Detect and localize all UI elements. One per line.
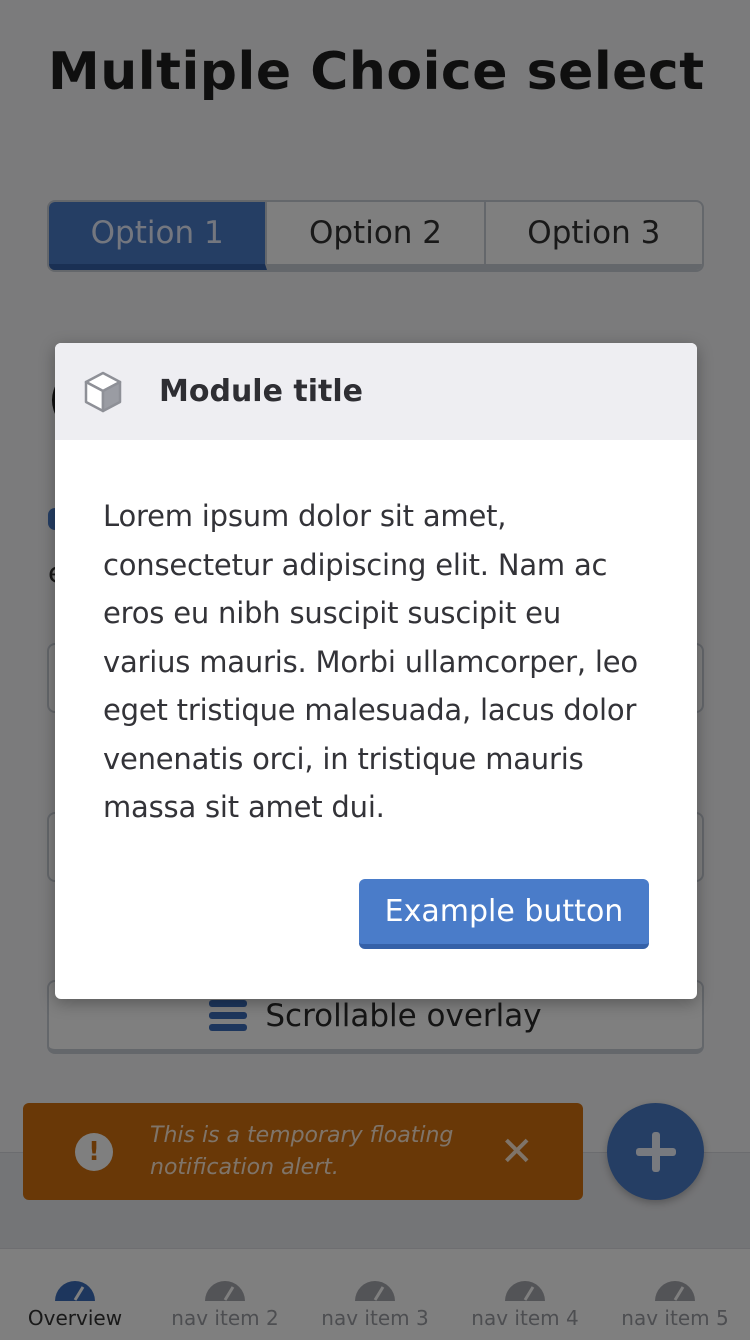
cube-icon <box>84 371 122 412</box>
modal-header: Module title <box>55 343 697 440</box>
modal-body-text: Lorem ipsum dolor sit amet, consectetur … <box>103 499 638 824</box>
modal-title: Module title <box>159 374 363 409</box>
example-button[interactable]: Example button <box>359 879 649 949</box>
module-modal-dialog: Module title Lorem ipsum dolor sit amet,… <box>55 343 697 999</box>
